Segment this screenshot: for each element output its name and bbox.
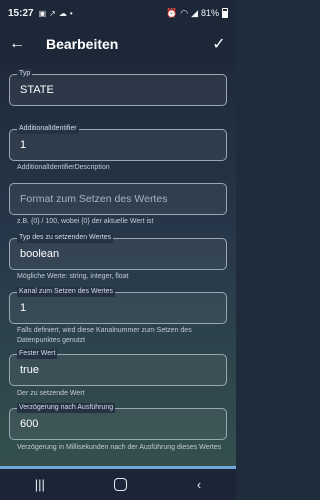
value-type-helper: Mögliche Werte: string, integer, float [17, 273, 129, 280]
fixed-value-value: true [20, 364, 39, 376]
gallery-icon: ▣ [38, 8, 47, 18]
dot-icon: • [69, 8, 73, 18]
format-field[interactable]: Format zum Setzen des Wertes [9, 183, 227, 215]
status-bar: 15:27 ▣ ↗ ☁ • ⏰ ◠ ◢ 81% [0, 0, 236, 26]
value-type-value: boolean [20, 248, 60, 260]
edit-form: Typ STATE AdditionalIdentifier 1 Additio… [0, 62, 236, 466]
alarm-icon: ⏰ [165, 7, 178, 18]
channel-field[interactable]: Kanal zum Setzen des Wertes 1 [9, 287, 227, 324]
channel-helper: Falls definiert, wird diese Kanalnummer … [17, 327, 192, 344]
cast-icon: ↗ [49, 8, 56, 18]
value-type-field[interactable]: Typ des zu setzenden Wertes boolean [9, 233, 227, 270]
recents-icon[interactable]: ||| [35, 477, 45, 492]
battery-icon [222, 8, 228, 18]
format-helper: z.B. {0} / 100, wobei {0} der aktuelle W… [17, 218, 154, 225]
system-icons: ⏰ ◠ ◢ 81% [166, 8, 228, 19]
signal-icon: ◢ [191, 7, 198, 18]
channel-value: 1 [20, 302, 27, 314]
weather-icon: ☁ [58, 8, 67, 18]
app-bar: ← Bearbeiten ✓ [0, 26, 236, 62]
typ-value: STATE [20, 84, 54, 96]
additional-identifier-label: AdditionalIdentifier [17, 124, 79, 134]
typ-field[interactable]: Typ STATE [9, 69, 227, 106]
fixed-value-field[interactable]: Fester Wert true [9, 349, 227, 386]
delay-field[interactable]: Verzögerung nach Ausführung 600 [9, 403, 227, 440]
home-icon[interactable] [114, 478, 128, 491]
additional-identifier-helper: AdditionalIdentifierDescription [17, 164, 110, 171]
back-arrow-icon[interactable]: ← [0, 35, 34, 53]
system-nav-bar: ||| ‹ [0, 469, 236, 500]
page-title: Bearbeiten [46, 36, 119, 52]
fixed-value-helper: Der zu setzende Wert [17, 390, 85, 397]
nav-back-icon[interactable]: ‹ [197, 477, 201, 492]
status-time: 15:27 [8, 7, 34, 19]
additional-identifier-value: 1 [20, 139, 27, 151]
delay-helper: Verzögerung in Millisekunden nach der Au… [17, 444, 222, 451]
notification-icons: ▣ ↗ ☁ • [39, 9, 73, 18]
delay-value: 600 [20, 418, 39, 430]
channel-label: Kanal zum Setzen des Wertes [17, 287, 116, 297]
additional-identifier-field[interactable]: AdditionalIdentifier 1 [9, 124, 227, 161]
battery-percentage: 81% [200, 8, 219, 18]
format-placeholder: Format zum Setzen des Wertes [20, 193, 168, 205]
wifi-icon: ◠ [180, 7, 189, 18]
confirm-check-icon[interactable]: ✓ [202, 34, 236, 54]
